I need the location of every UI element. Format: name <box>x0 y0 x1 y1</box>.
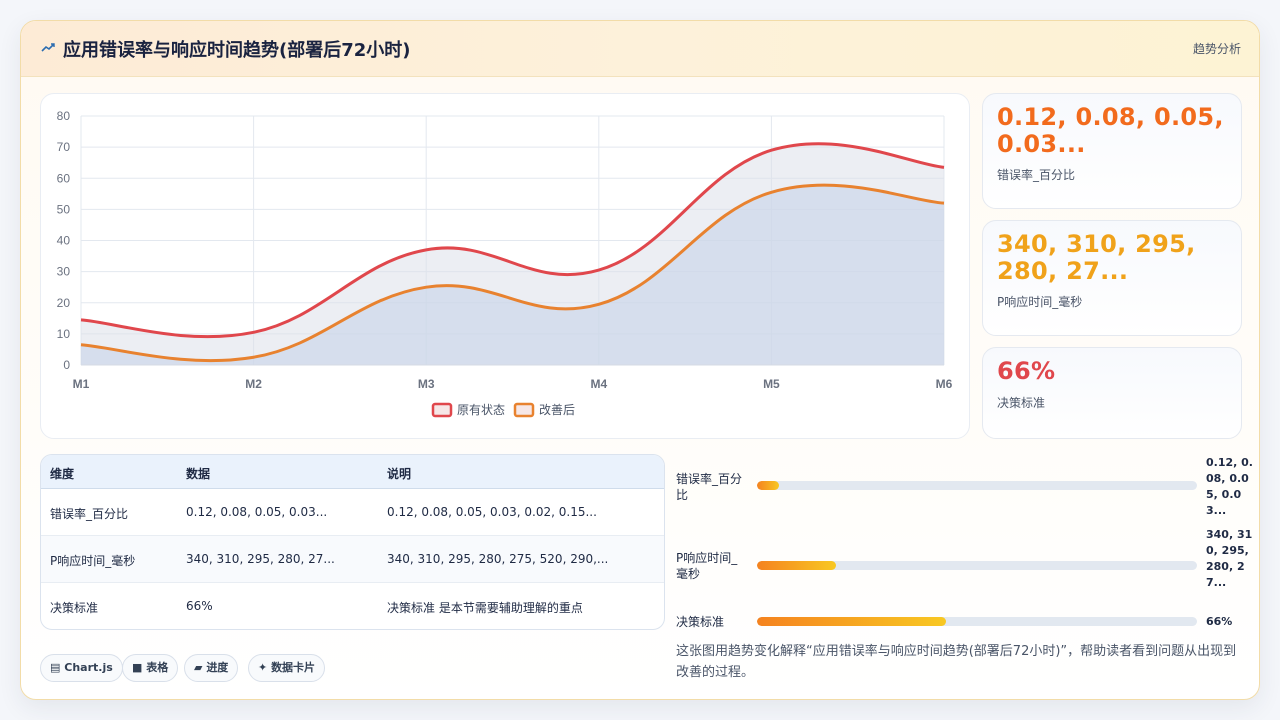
progress-track <box>757 561 1197 570</box>
chip-data-card[interactable]: ✦ 数据卡片 <box>248 654 326 682</box>
chip-label: 数据卡片 <box>271 661 316 674</box>
x-tick-label: M1 <box>73 377 90 391</box>
panel-header: 应用错误率与响应时间趋势(部署后72小时) 趋势分析 <box>21 21 1259 77</box>
x-tick-label: M6 <box>936 377 953 391</box>
kpi-value: 340, 310, 295, 280, 27... <box>997 230 1196 285</box>
chip-chartjs[interactable]: ▤ Chart.js <box>40 654 123 682</box>
legend-swatch <box>431 402 453 418</box>
progress-track <box>757 617 1197 626</box>
chip-progress[interactable]: ▰ 进度 <box>184 654 239 682</box>
x-tick-label: M2 <box>245 377 262 391</box>
kpi-label: 错误率_百分比 <box>997 168 1076 182</box>
trend-icon <box>41 43 55 52</box>
progress-fill <box>757 561 837 570</box>
legend-label: 改善后 <box>539 402 575 417</box>
y-tick-label: 40 <box>57 234 71 248</box>
progress-label: 决策标准 <box>676 615 725 629</box>
table-cell: 错误率_百分比 <box>50 507 129 521</box>
y-tick-label: 80 <box>57 109 71 123</box>
progress-value: 0.12, 0.08, 0.05, 0.03... <box>1206 456 1253 517</box>
y-tick-label: 20 <box>57 296 71 310</box>
table-header-cell: 维度 <box>50 467 75 481</box>
x-tick-label: M5 <box>763 377 780 391</box>
kpi-value: 0.12, 0.08, 0.05, 0.03... <box>997 103 1224 158</box>
progress-label: P响应时间_毫秒 <box>676 551 738 581</box>
kpi-value: 66% <box>997 357 1056 385</box>
y-tick-label: 50 <box>57 202 71 216</box>
legend-swatch <box>513 402 535 418</box>
table-cell: 0.12, 0.08, 0.05, 0.03... <box>186 505 328 519</box>
table-cell: P响应时间_毫秒 <box>50 554 136 568</box>
y-tick-label: 30 <box>57 265 71 279</box>
y-tick-label: 0 <box>63 358 70 372</box>
chart-caption: 这张图用趋势变化解释“应用错误率与响应时间趋势(部署后72小时)”，帮助读者看到… <box>676 644 1237 680</box>
table-header-cell: 说明 <box>387 467 412 481</box>
progress-fill <box>757 617 947 626</box>
line-chart: 0 10 20 30 40 50 60 70 80 M1 M2 M3 M4 M5 M6 原有状态 改善后 <box>57 109 953 418</box>
chip-label: 表格 <box>146 661 169 674</box>
table-row: P响应时间_毫秒 340, 310, 295, 280, 27... 340, … <box>41 536 664 583</box>
page-title: 应用错误率与响应时间趋势(部署后72小时) <box>63 40 411 61</box>
table-cell: 66% <box>186 599 213 613</box>
table-row: 决策标准 66% 决策标准 是本节需要辅助理解的重点 <box>41 583 664 629</box>
legend-label: 原有状态 <box>457 403 505 417</box>
kpi-card-response-time: 340, 310, 295, 280, 27... P响应时间_毫秒 <box>982 220 1242 336</box>
x-tick-label: M3 <box>418 377 435 391</box>
chip-label: 进度 <box>206 661 229 674</box>
x-tick-label: M4 <box>590 377 607 391</box>
table-cell: 决策标准 <box>50 601 99 615</box>
progress-label: 错误率_百分比 <box>676 472 743 502</box>
header-tag: 趋势分析 <box>1192 42 1241 56</box>
table-cell: 340, 310, 295, 280, 27... <box>186 552 335 566</box>
progress-fill <box>757 481 779 490</box>
y-tick-label: 70 <box>57 140 71 154</box>
kpi-label: P响应时间_毫秒 <box>997 295 1083 309</box>
table-icon: ■ <box>132 661 143 674</box>
chip-table[interactable]: ■ 表格 <box>122 654 179 682</box>
data-table: 维度 数据 说明 错误率_百分比 0.12, 0.08, 0.05, 0.03.… <box>40 454 665 630</box>
table-row: 错误率_百分比 0.12, 0.08, 0.05, 0.03... 0.12, … <box>41 489 664 536</box>
dashboard-panel: 应用错误率与响应时间趋势(部署后72小时) 趋势分析 0 10 20 30 40 50 60… <box>20 20 1260 700</box>
chip-label: Chart.js <box>64 661 113 674</box>
chart-icon: ▤ <box>50 661 61 674</box>
kpi-card-decision: 66% 决策标准 <box>982 347 1242 439</box>
progress-value: 66% <box>1206 615 1233 628</box>
table-cell: 340, 310, 295, 280, 275, 520, 290,... <box>387 552 609 566</box>
table-header-row: 维度 数据 说明 <box>41 455 664 489</box>
progress-value: 340, 310, 295, 280, 27... <box>1206 528 1253 589</box>
kpi-label: 决策标准 <box>997 396 1046 410</box>
progress-icon: ▰ <box>194 661 203 674</box>
chart-card: 0 10 20 30 40 50 60 70 80 M1 M2 M3 M4 M5 M6 原有状态 改善后 <box>40 93 970 439</box>
y-tick-label: 10 <box>57 327 71 341</box>
table-cell: 决策标准 是本节需要辅助理解的重点 <box>387 601 583 615</box>
sparkle-icon: ✦ <box>258 661 268 674</box>
y-tick-label: 60 <box>57 171 71 185</box>
table-header-cell: 数据 <box>186 467 211 481</box>
kpi-card-error-rate: 0.12, 0.08, 0.05, 0.03... 错误率_百分比 <box>982 93 1242 209</box>
progress-track <box>757 481 1197 490</box>
table-cell: 0.12, 0.08, 0.05, 0.03, 0.02, 0.15... <box>387 505 597 519</box>
